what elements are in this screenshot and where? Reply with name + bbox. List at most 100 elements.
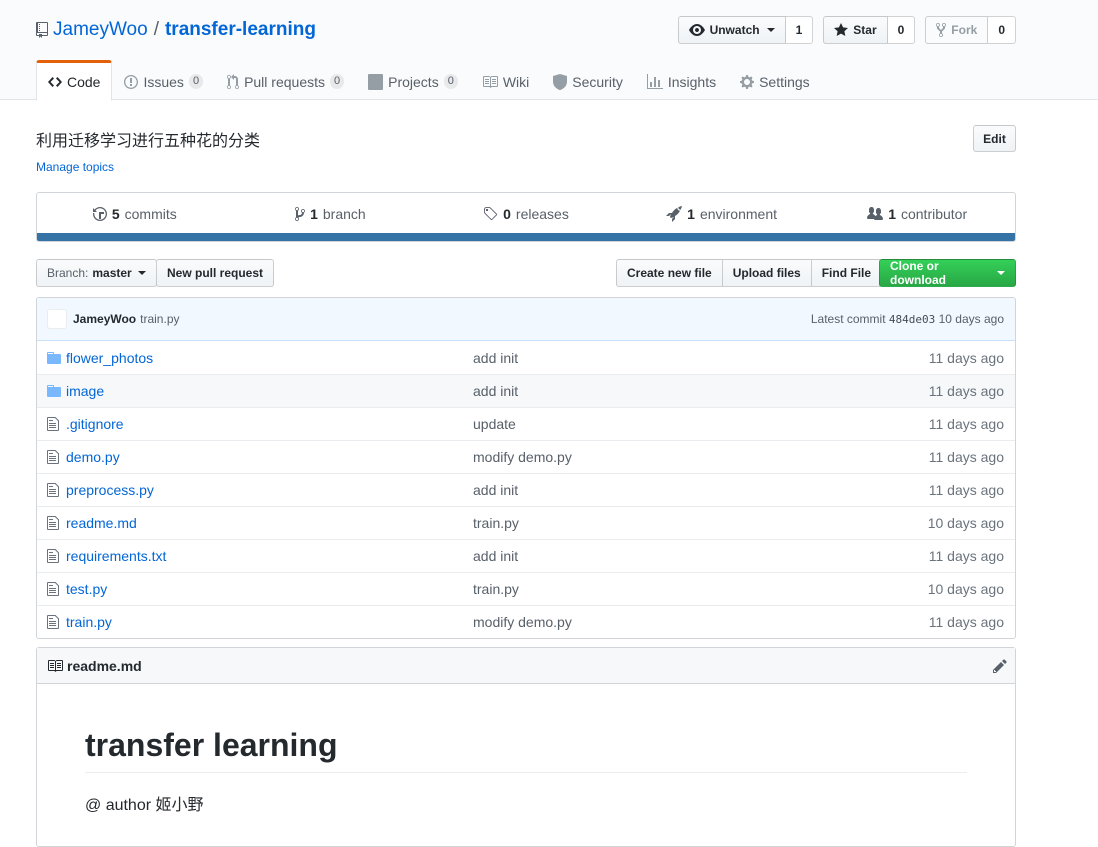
- file-commit-link[interactable]: add init: [473, 482, 518, 498]
- file-name-link[interactable]: requirements.txt: [66, 548, 166, 564]
- branch-select-button[interactable]: Branch: master: [36, 259, 157, 287]
- star-count[interactable]: 0: [887, 16, 916, 44]
- commits-count: 5: [111, 206, 120, 222]
- tab-security[interactable]: Security: [541, 60, 635, 101]
- tab-projects-label: Projects: [388, 73, 439, 90]
- file-commit-link[interactable]: modify demo.py: [473, 614, 572, 630]
- file-name-cell: .gitignore: [66, 416, 473, 432]
- readme-content: transfer learning @ author 姬小野: [37, 726, 1015, 815]
- latest-commit-bar: JameyWoo train.py Latest commit 484de03 …: [37, 298, 1015, 341]
- readme-author-line: @ author 姬小野: [85, 797, 204, 815]
- rocket-icon: [666, 206, 683, 222]
- repo-nav: Code Issues 0 Pull requests 0 Projects 0: [36, 60, 822, 101]
- tab-pull-requests-label: Pull requests: [244, 73, 325, 90]
- clone-download-button[interactable]: Clone or download: [879, 259, 1016, 287]
- file-commit-link[interactable]: add init: [473, 350, 518, 366]
- environment-link[interactable]: 1 environment: [624, 193, 820, 235]
- find-file-button[interactable]: Find File: [810, 259, 883, 287]
- file-name-link[interactable]: preprocess.py: [66, 482, 154, 498]
- file-age: 11 days ago: [928, 482, 1004, 498]
- commit-sha-link[interactable]: 484de03: [889, 313, 935, 326]
- file-icon: [37, 548, 66, 564]
- code-icon: [48, 74, 62, 90]
- table-row[interactable]: readme.md train.py 10 days ago: [37, 506, 1015, 539]
- tab-issues[interactable]: Issues 0: [112, 60, 215, 101]
- commit-author-link[interactable]: JameyWoo: [73, 312, 136, 326]
- tab-code-label: Code: [67, 73, 101, 90]
- book-icon: [482, 74, 498, 90]
- star-button[interactable]: Star: [823, 16, 888, 44]
- new-pull-request-button[interactable]: New pull request: [156, 259, 275, 287]
- file-commit-link[interactable]: train.py: [473, 515, 519, 531]
- file-name-link[interactable]: image: [66, 383, 104, 399]
- file-name-cell: flower_photos: [66, 350, 473, 366]
- file-name-cell: demo.py: [66, 449, 473, 465]
- history-icon: [92, 206, 107, 222]
- tab-settings[interactable]: Settings: [728, 60, 822, 101]
- file-commit-link[interactable]: train.py: [473, 581, 519, 597]
- file-name-link[interactable]: readme.md: [66, 515, 137, 531]
- file-age: 11 days ago: [928, 614, 1004, 630]
- tab-projects[interactable]: Projects 0: [356, 60, 470, 101]
- releases-link[interactable]: 0 releases: [428, 193, 624, 235]
- upload-files-button[interactable]: Upload files: [721, 259, 812, 287]
- table-row[interactable]: test.py train.py 10 days ago: [37, 572, 1015, 605]
- fork-label: Fork: [951, 23, 978, 37]
- table-row[interactable]: image add init 11 days ago: [37, 374, 1015, 407]
- file-icon: [37, 482, 66, 498]
- file-age: 11 days ago: [928, 449, 1004, 465]
- file-name-link[interactable]: flower_photos: [66, 350, 153, 366]
- table-row[interactable]: demo.py modify demo.py 11 days ago: [37, 440, 1015, 473]
- eye-icon: [688, 22, 705, 38]
- repo-name-link[interactable]: transfer-learning: [165, 19, 316, 41]
- file-commit-link[interactable]: update: [473, 416, 516, 432]
- tab-wiki-label: Wiki: [502, 73, 530, 90]
- file-icon: [37, 614, 66, 630]
- file-icon: [37, 449, 66, 465]
- table-row[interactable]: train.py modify demo.py 11 days ago: [37, 605, 1015, 638]
- tab-code[interactable]: Code: [36, 60, 113, 101]
- file-name-cell: test.py: [66, 581, 473, 597]
- releases-label: releases: [515, 206, 569, 222]
- file-name-link[interactable]: test.py: [66, 581, 107, 597]
- tab-pull-requests[interactable]: Pull requests 0: [215, 60, 356, 101]
- watch-count[interactable]: 1: [785, 16, 814, 44]
- tab-insights[interactable]: Insights: [635, 60, 728, 101]
- tag-icon: [483, 206, 498, 222]
- edit-description-button[interactable]: Edit: [973, 125, 1016, 152]
- commit-message-link[interactable]: train.py: [140, 312, 179, 326]
- manage-topics-link[interactable]: Manage topics: [36, 160, 114, 174]
- branch-link[interactable]: 1 branch: [233, 193, 429, 235]
- create-new-file-button[interactable]: Create new file: [616, 259, 723, 287]
- table-row[interactable]: flower_photos add init 11 days ago: [37, 341, 1015, 374]
- file-age: 11 days ago: [928, 548, 1004, 564]
- file-name-link[interactable]: demo.py: [66, 449, 120, 465]
- contributors-label: contributor: [900, 206, 968, 222]
- file-commit-link[interactable]: add init: [473, 548, 518, 564]
- table-row[interactable]: preprocess.py add init 11 days ago: [37, 473, 1015, 506]
- file-commit-link[interactable]: add init: [473, 383, 518, 399]
- table-row[interactable]: .gitignore update 11 days ago: [37, 407, 1015, 440]
- contributors-count: 1: [888, 206, 896, 222]
- file-name-link[interactable]: .gitignore: [66, 416, 124, 432]
- fork-button[interactable]: Fork: [925, 16, 989, 44]
- repo-path-separator: /: [153, 19, 159, 40]
- commits-link[interactable]: 5 commits: [37, 193, 233, 235]
- file-commit-link[interactable]: modify demo.py: [473, 449, 572, 465]
- tab-issues-label: Issues: [143, 73, 184, 90]
- contributors-link[interactable]: 1 contributor: [819, 193, 1015, 235]
- avatar[interactable]: [47, 309, 67, 329]
- readme-filename: readme.md: [67, 657, 142, 674]
- table-row[interactable]: requirements.txt add init 11 days ago: [37, 539, 1015, 572]
- branch-label: branch: [322, 206, 366, 222]
- tab-wiki[interactable]: Wiki: [470, 60, 541, 101]
- readme-box: readme.md transfer learning @ author 姬小野: [36, 647, 1016, 847]
- file-age: 11 days ago: [928, 349, 1004, 366]
- file-name-link[interactable]: train.py: [66, 614, 112, 630]
- fork-count[interactable]: 0: [988, 16, 1016, 44]
- language-bar[interactable]: [37, 233, 1015, 241]
- pencil-icon[interactable]: [993, 658, 1007, 674]
- unwatch-button[interactable]: Unwatch: [677, 16, 786, 44]
- repo-owner-link[interactable]: JameyWoo: [53, 19, 148, 41]
- latest-commit-age: 10 days ago: [938, 312, 1004, 326]
